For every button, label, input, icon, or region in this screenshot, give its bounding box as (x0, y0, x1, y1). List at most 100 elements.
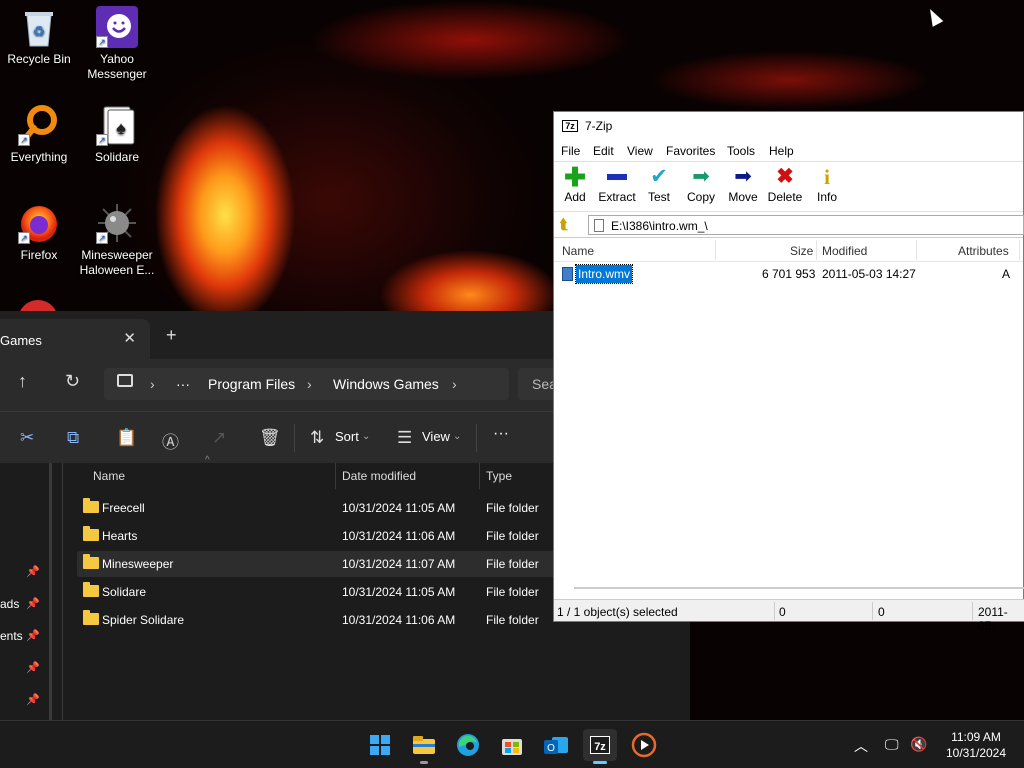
refresh-icon[interactable]: ↻ (65, 371, 80, 392)
column-header-name[interactable]: Name (562, 244, 594, 258)
desktop-icon-label: Everything (10, 150, 68, 164)
file-name: Intro.wmv (574, 264, 634, 284)
info-button[interactable]: i Info (806, 164, 848, 204)
pin-icon: 📌 (26, 598, 40, 610)
breadcrumb-windows-games[interactable]: Windows Games (333, 376, 439, 392)
firefox-icon: ↗ (18, 202, 60, 244)
show-hidden-icons-chevron[interactable]: ︿ (854, 736, 868, 756)
menu-file[interactable]: File (561, 144, 580, 158)
search-box[interactable]: Sea (518, 368, 558, 400)
column-header-modified[interactable]: Modified (822, 244, 867, 258)
svg-text:7z: 7z (594, 741, 606, 753)
nav-pinned-item[interactable]: ents 📌 (0, 629, 48, 643)
taskbar: O 7z ︿ 🖵 🔇 11:09 AM 10/31/2024 (0, 720, 1024, 768)
add-icon: ✚ (564, 162, 586, 192)
table-row[interactable]: Intro.wmv 6 701 953 2011-05-03 14:27 A (554, 264, 1024, 284)
menu-tools[interactable]: Tools (727, 144, 755, 158)
everything-icon: ↗ (18, 104, 60, 146)
delete-icon[interactable]: 🗑 (259, 428, 281, 448)
menu-favorites[interactable]: Favorites (666, 144, 715, 158)
path-field[interactable]: E:\I386\intro.wm_\ (588, 215, 1024, 235)
taskbar-file-explorer[interactable] (407, 729, 441, 764)
7zip-logo-icon: 7z (562, 120, 578, 132)
delete-x-icon: ✖ (776, 165, 794, 188)
view-button[interactable]: View (422, 429, 450, 444)
chevron-down-icon: ⌄ (362, 431, 371, 442)
taskbar-media-player[interactable] (627, 729, 661, 761)
desktop-icon-minesweeper[interactable]: ↗ Minesweeper Haloween E... (78, 202, 156, 278)
column-header-size[interactable]: Size (790, 244, 813, 258)
file-explorer-icon (413, 736, 435, 754)
yahoo-messenger-icon: ↗ (96, 6, 138, 48)
move-button[interactable]: ➡ Move (722, 164, 764, 204)
7zip-toolbar: ✚ Add Extract ✔ Test ➡ Copy ➡ Move ✖ Del… (554, 162, 1023, 212)
taskbar-store[interactable] (495, 729, 529, 761)
active-indicator (593, 761, 607, 764)
horizontal-scrollbar[interactable] (574, 587, 1024, 589)
table-row[interactable]: Freecell 10/31/2024 11:05 AM File folder (77, 495, 557, 521)
file-date: 10/31/2024 11:07 AM (342, 557, 456, 571)
new-tab-button[interactable]: + (166, 325, 177, 346)
test-button[interactable]: ✔ Test (638, 164, 680, 204)
taskbar-outlook[interactable]: O (539, 729, 573, 761)
view-icon[interactable]: ☰ (397, 428, 412, 448)
copy-button[interactable]: ➡ Copy (680, 164, 722, 204)
share-icon[interactable]: ↗ (212, 428, 226, 448)
breadcrumb-program-files[interactable]: Program Files (208, 376, 295, 392)
column-divider (335, 463, 336, 489)
system-clock[interactable]: 11:09 AM 10/31/2024 (936, 729, 1016, 761)
nav-pinned-item[interactable]: ads 📌 (0, 597, 48, 611)
menu-help[interactable]: Help (769, 144, 794, 158)
breadcrumb-overflow[interactable]: ··· (176, 376, 190, 392)
folder-icon (83, 526, 99, 541)
explorer-tab[interactable]: Games ✕ (0, 319, 150, 359)
column-header-type[interactable]: Type (486, 469, 512, 483)
file-icon (594, 219, 604, 232)
copy-icon[interactable]: ⧉ (67, 428, 79, 448)
more-options-button[interactable]: ··· (493, 425, 509, 443)
close-tab-icon[interactable]: ✕ (123, 329, 136, 347)
7zip-path-bar: ⮬ E:\I386\intro.wm_\ (554, 212, 1024, 238)
desktop-icon-recycle-bin[interactable]: ♻ Recycle Bin (0, 6, 78, 67)
address-bar[interactable]: › ··· Program Files › Windows Games › (104, 368, 509, 400)
volume-muted-icon[interactable]: 🔇 (910, 736, 927, 753)
column-header-attributes[interactable]: Attributes (958, 244, 1009, 258)
table-row[interactable]: Minesweeper 10/31/2024 11:07 AM File fol… (77, 551, 557, 577)
toolbar-divider (294, 424, 295, 452)
paste-icon[interactable]: 📋 (116, 428, 137, 448)
sort-button[interactable]: Sort (335, 429, 359, 444)
chevron-down-icon: ⌄ (453, 431, 462, 442)
add-button[interactable]: ✚ Add (554, 164, 596, 204)
table-row[interactable]: Solidare 10/31/2024 11:05 AM File folder (77, 579, 557, 605)
desktop-icon-everything[interactable]: ↗ Everything (0, 104, 78, 165)
status-selection: 1 / 1 object(s) selected (557, 605, 678, 619)
taskbar-7zip[interactable]: 7z (583, 729, 617, 764)
rename-icon[interactable]: Ⓐ (162, 428, 179, 453)
menu-view[interactable]: View (627, 144, 653, 158)
sort-icon[interactable]: ⇅ (310, 428, 324, 448)
folder-up-icon[interactable]: ⮬ (560, 216, 568, 233)
file-type: File folder (486, 529, 539, 543)
desktop-icon-yahoo-messenger[interactable]: ↗ Yahoo Messenger (78, 6, 156, 82)
column-header-date-modified[interactable]: Date modified (342, 469, 416, 483)
taskbar-edge[interactable] (451, 729, 485, 761)
table-row[interactable]: Hearts 10/31/2024 11:06 AM File folder (77, 523, 557, 549)
mouse-cursor (924, 6, 944, 27)
desktop-icon-firefox[interactable]: ↗ Firefox (0, 202, 78, 263)
extract-button[interactable]: Extract (596, 164, 638, 204)
menu-edit[interactable]: Edit (593, 144, 614, 158)
desktop-icon-solidare[interactable]: ♠ ↗ Solidare (78, 104, 156, 165)
column-header-name[interactable]: Name (93, 469, 125, 483)
delete-button[interactable]: ✖ Delete (764, 164, 806, 204)
table-row[interactable]: Spider Solidare 10/31/2024 11:06 AM File… (77, 607, 557, 633)
file-name: Minesweeper (102, 557, 174, 571)
pin-icon: 📌 (26, 566, 40, 578)
status-divider (972, 602, 973, 620)
folder-icon (83, 582, 99, 597)
up-arrow-icon[interactable]: ↑ (18, 371, 27, 392)
start-button[interactable] (363, 729, 397, 761)
cut-icon[interactable]: ✂ (20, 428, 34, 448)
7zip-title-bar[interactable]: 7z 7-Zip (554, 112, 1023, 140)
network-icon[interactable]: 🖵 (885, 736, 899, 753)
status-divider (872, 602, 873, 620)
